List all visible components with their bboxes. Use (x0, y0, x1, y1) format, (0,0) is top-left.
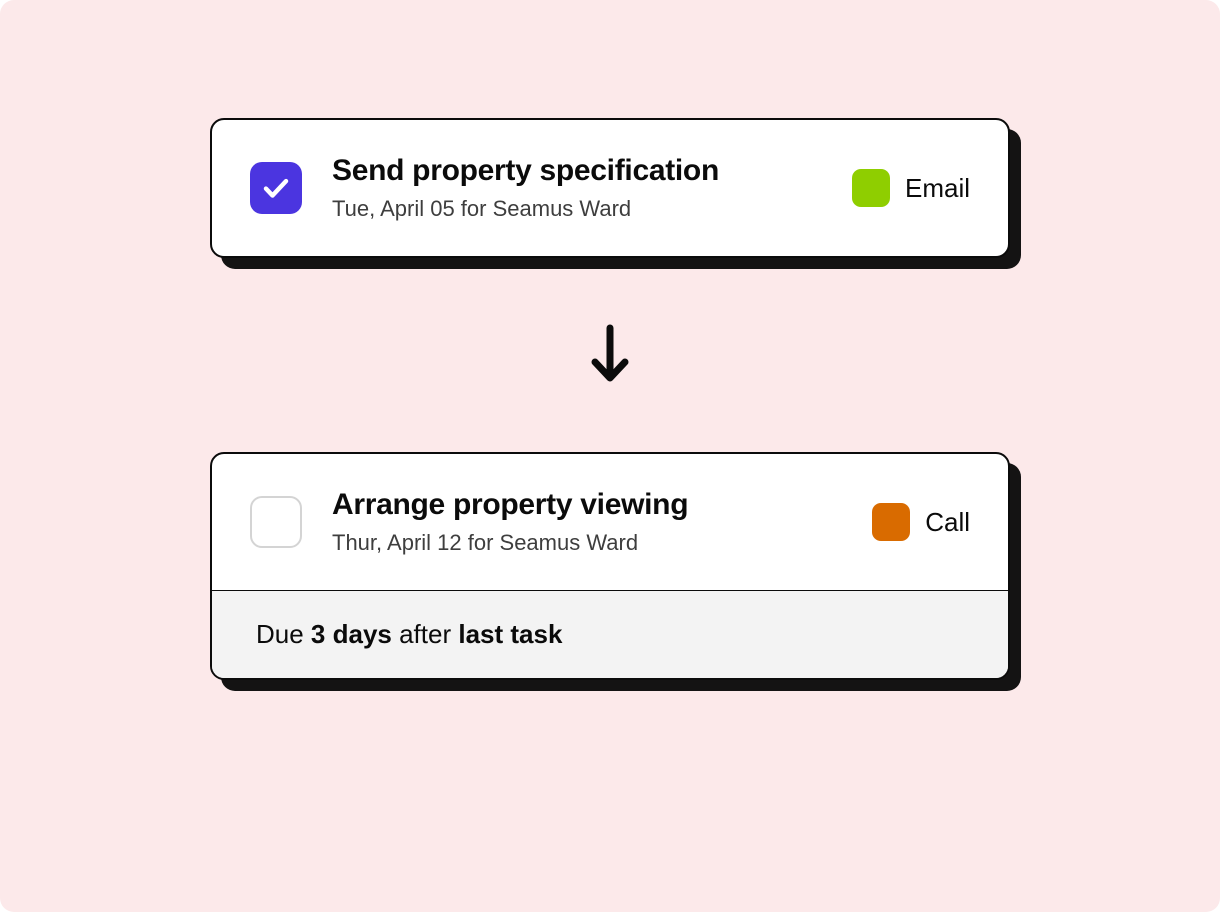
task-text: Send property specification Tue, April 0… (332, 154, 822, 222)
task-title: Arrange property viewing (332, 488, 842, 522)
task-subtitle: Thur, April 12 for Seamus Ward (332, 530, 842, 556)
task-card-body: Arrange property viewing Thur, April 12 … (212, 454, 1008, 590)
arrow-down-icon (587, 324, 633, 386)
tag-label: Call (925, 507, 970, 538)
task-card-1: Send property specification Tue, April 0… (210, 118, 1010, 258)
task-card-2: Arrange property viewing Thur, April 12 … (210, 452, 1010, 680)
task-tag[interactable]: Call (872, 503, 970, 541)
due-prefix: Due (256, 619, 311, 649)
task-text: Arrange property viewing Thur, April 12 … (332, 488, 842, 556)
check-icon (261, 173, 291, 203)
task-title: Send property specification (332, 154, 822, 188)
canvas: Send property specification Tue, April 0… (0, 0, 1220, 912)
task-card-body: Send property specification Tue, April 0… (212, 120, 1008, 256)
task-tag[interactable]: Email (852, 169, 970, 207)
due-rule: Due 3 days after last task (212, 590, 1008, 678)
task-subtitle: Tue, April 05 for Seamus Ward (332, 196, 822, 222)
task-checkbox[interactable] (250, 162, 302, 214)
task-checkbox[interactable] (250, 496, 302, 548)
due-middle: after (392, 619, 458, 649)
flow-arrow-wrap (210, 258, 1010, 452)
tag-label: Email (905, 173, 970, 204)
tag-swatch (852, 169, 890, 207)
due-amount: 3 days (311, 619, 392, 649)
due-anchor: last task (458, 619, 562, 649)
tag-swatch (872, 503, 910, 541)
